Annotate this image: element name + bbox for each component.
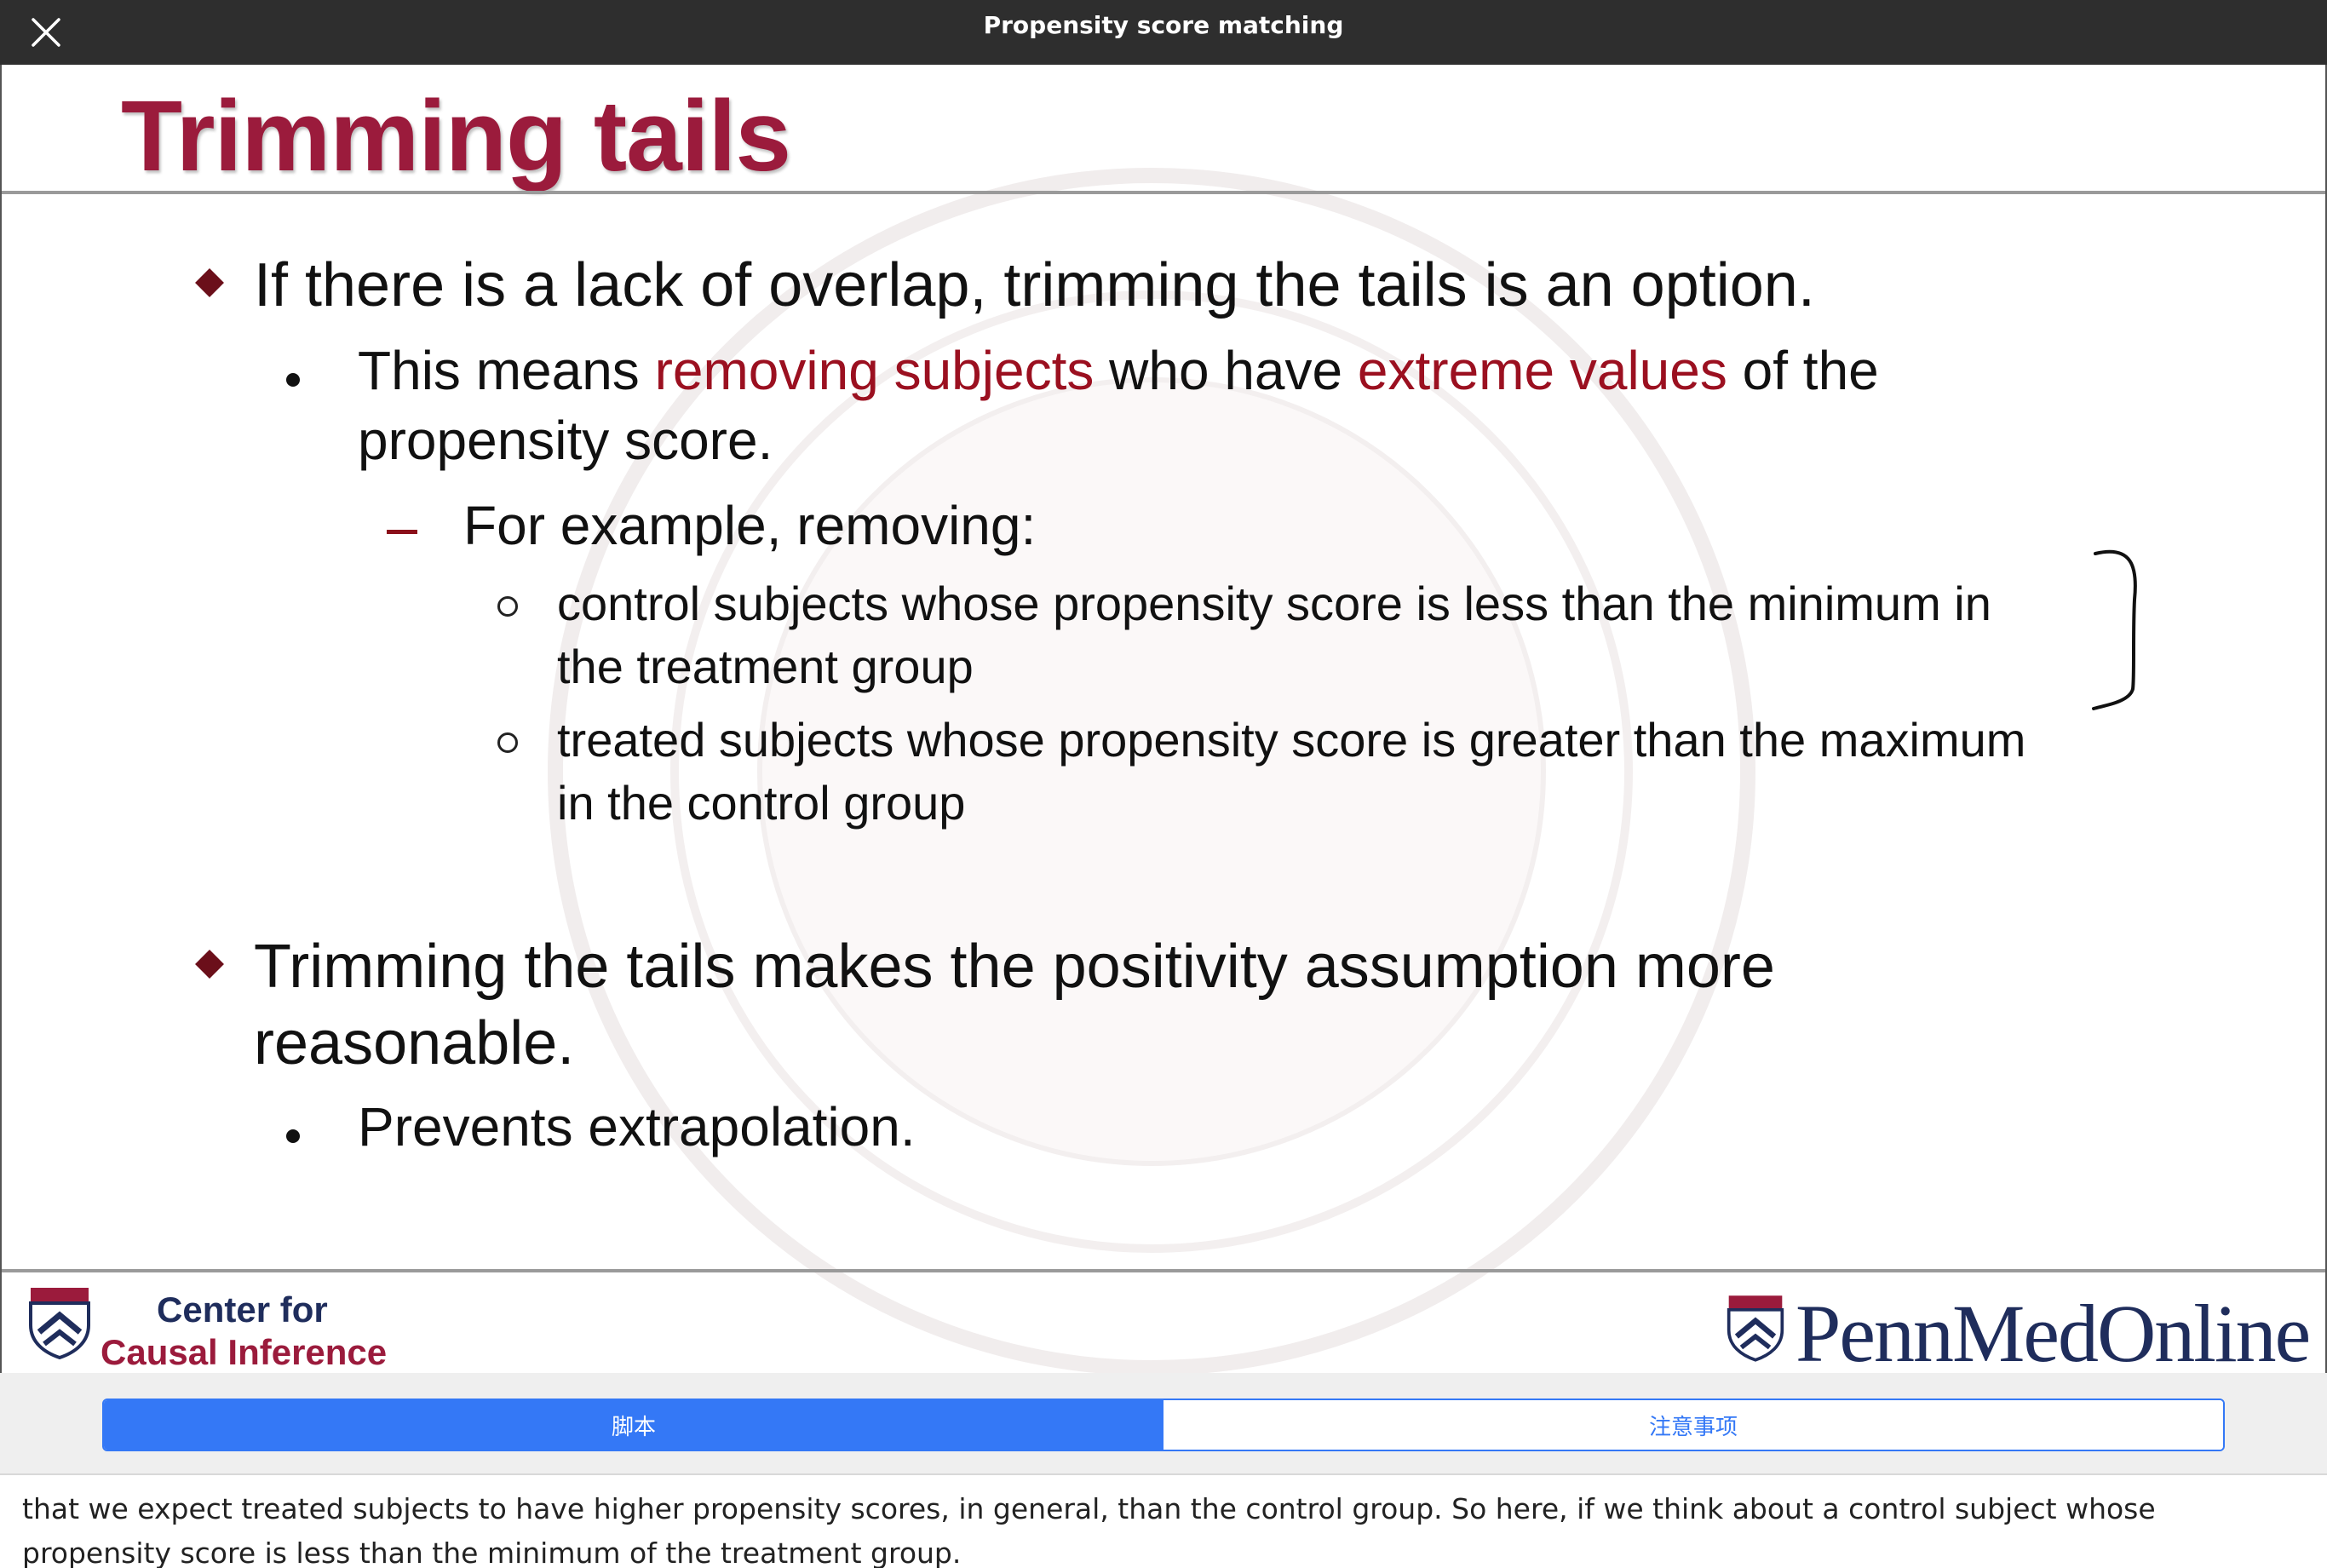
- tab-transcript[interactable]: 脚本: [104, 1400, 1164, 1450]
- diamond-bullet-icon: [195, 950, 224, 979]
- title-divider: [2, 191, 2325, 194]
- video-title: Propensity score matching: [983, 11, 1344, 39]
- dash-bullet-icon: [387, 530, 417, 534]
- circle-bullet-icon: [497, 596, 518, 617]
- item-control-line1: control subjects whose propensity score …: [557, 577, 1991, 630]
- segmented-tabs: 脚本 注意事项: [102, 1399, 2225, 1451]
- sub-bullet-removing-subjects: This means removing subjects who have ex…: [358, 339, 1879, 402]
- text-segment: of the: [1727, 340, 1879, 401]
- item-control-line2: the treatment group: [557, 640, 974, 693]
- transcript-panel[interactable]: that we expect treated subjects to have …: [0, 1473, 2327, 1568]
- sub-bullet-continuation: propensity score.: [358, 410, 773, 471]
- item-treated-line2: in the control group: [557, 776, 966, 830]
- example-label: For example, removing:: [463, 495, 1037, 556]
- bullet-trimming-tails-continuation: reasonable.: [254, 1009, 575, 1077]
- center-for-causal-inference-logo: Center for Causal Inference: [26, 1283, 451, 1372]
- highlight-removing-subjects: removing subjects: [654, 340, 1095, 401]
- item-treated-line1: treated subjects whose propensity score …: [557, 713, 2026, 767]
- penn-shield-icon: [1727, 1295, 1784, 1362]
- highlight-extreme-values: extreme values: [1357, 340, 1727, 401]
- bullet-trimming-tails: Trimming the tails makes the positivity …: [254, 933, 1775, 1001]
- tab-notes[interactable]: 注意事项: [1164, 1400, 2223, 1450]
- penn-shield-icon: [29, 1288, 90, 1359]
- transcript-text: that we expect treated subjects to have …: [22, 1492, 2156, 1568]
- tab-bar-area: 脚本 注意事项: [0, 1373, 2327, 1473]
- dot-bullet-icon: [286, 373, 300, 387]
- footer-left-line1: Center for: [157, 1289, 328, 1330]
- footer-right-text: PennMedOnline: [1796, 1288, 2311, 1373]
- text-segment: This means: [358, 340, 655, 401]
- diamond-bullet-icon: [195, 268, 224, 297]
- bullet-lack-of-overlap: If there is a lack of overlap, trimming …: [254, 251, 1815, 319]
- footer-left-line2: Causal Inference: [101, 1332, 388, 1372]
- handwritten-bracket-annotation: [2092, 549, 2137, 710]
- top-bar: Propensity score matching: [0, 0, 2327, 65]
- pennmedonline-logo: PennMedOnline: [1722, 1283, 2318, 1373]
- dot-bullet-icon: [286, 1129, 300, 1143]
- sub-bullet-prevents-extrapolation: Prevents extrapolation.: [358, 1096, 916, 1157]
- circle-bullet-icon: [497, 732, 518, 753]
- footer-divider: [2, 1269, 2325, 1272]
- video-player[interactable]: Trimming tails If there is a lack of ove…: [0, 65, 2327, 1373]
- text-segment: who have: [1094, 340, 1358, 401]
- slide-title: Trimming tails: [121, 80, 791, 192]
